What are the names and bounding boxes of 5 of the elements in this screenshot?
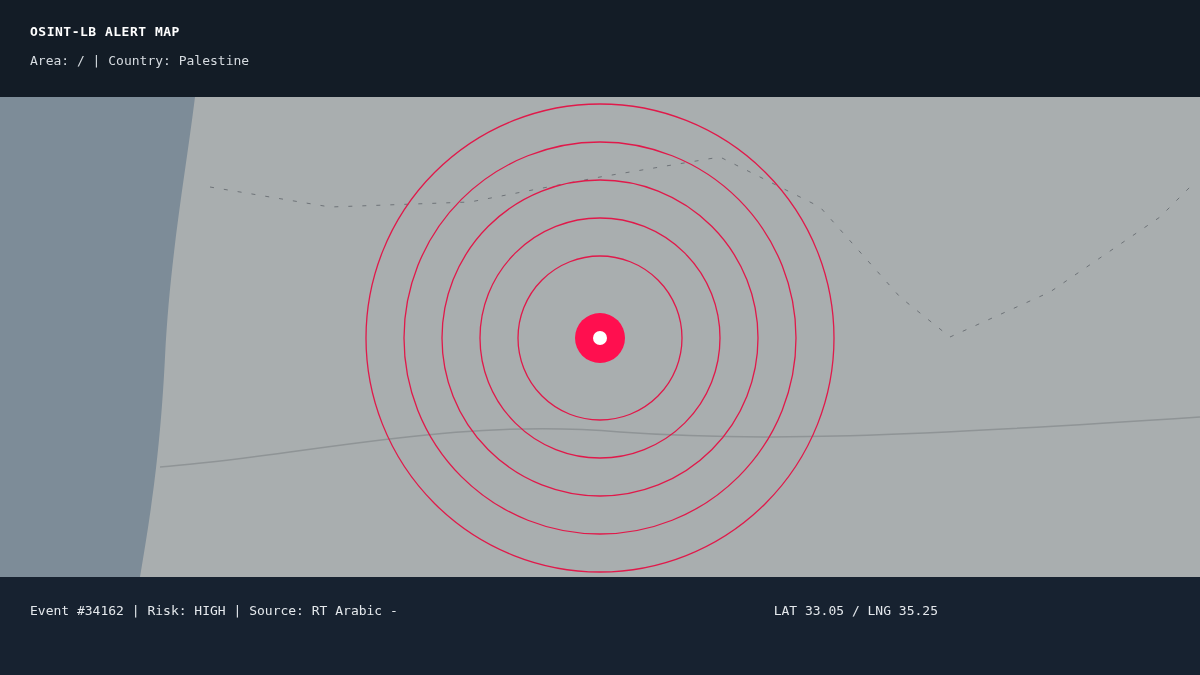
- event-details: Event #34162 | Risk: HIGH | Source: RT Arabic -: [30, 603, 398, 618]
- app-title: OSINT-LB ALERT MAP: [30, 24, 181, 39]
- coordinates-label: LAT 33.05 / LNG 35.25: [773, 603, 938, 618]
- area-country-label: Area: / | Country: Palestine: [30, 53, 251, 68]
- alert-marker-icon: [575, 313, 625, 363]
